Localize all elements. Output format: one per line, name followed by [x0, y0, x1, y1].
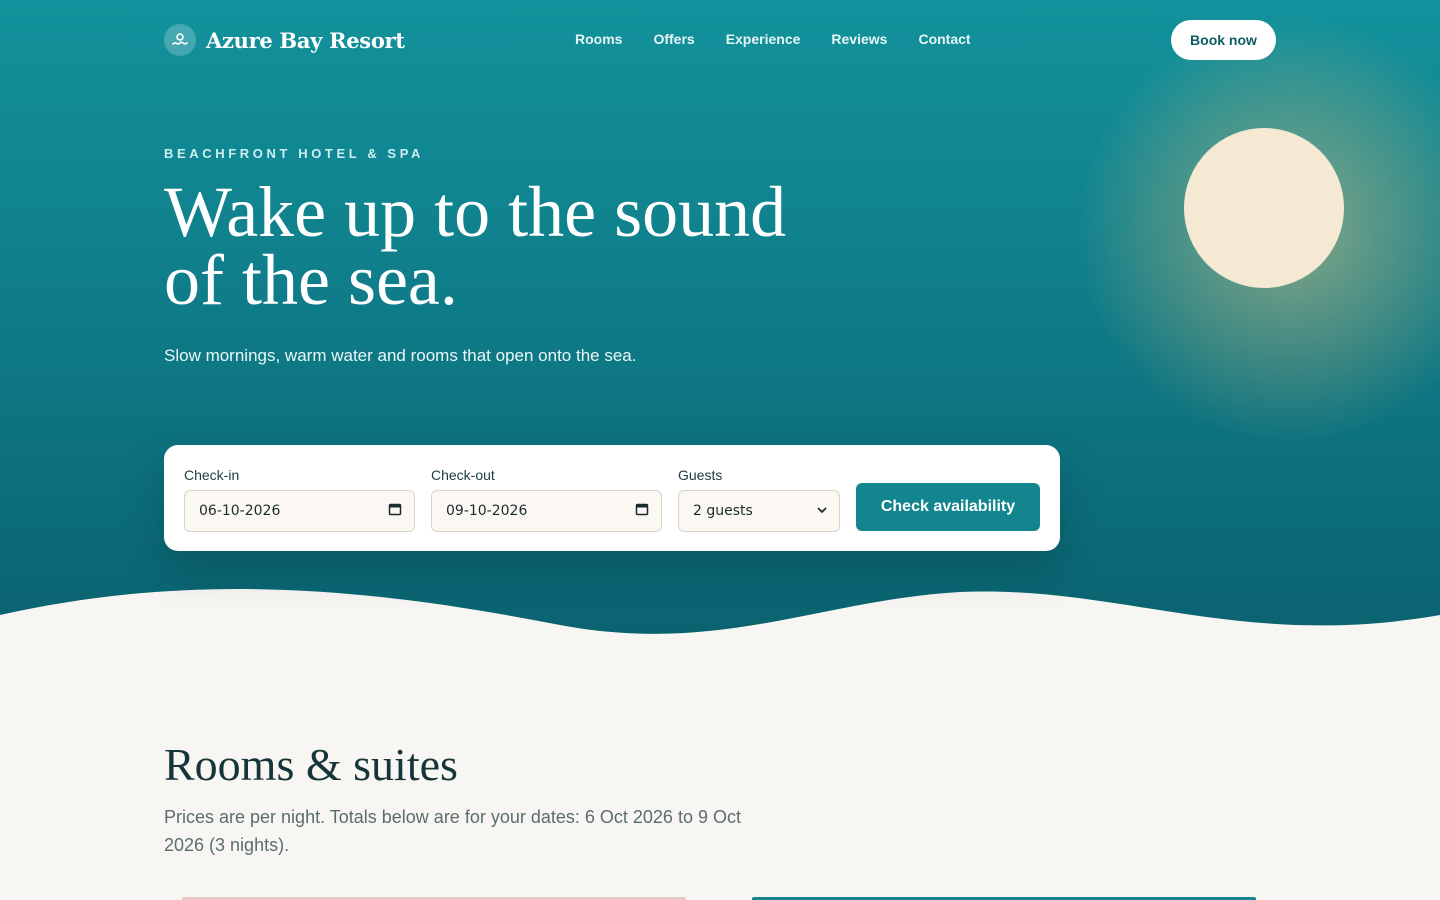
- checkout-input[interactable]: 09-10-2026: [431, 490, 662, 532]
- sun-decoration: [1184, 128, 1344, 288]
- check-availability-button[interactable]: Check availability: [856, 483, 1040, 531]
- rooms-description: Prices are per night. Totals below are f…: [164, 807, 741, 855]
- checkout-field: Check-out 09-10-2026: [431, 467, 662, 532]
- hero-headline: Wake up to the sound of the sea.: [164, 172, 787, 320]
- booking-form: Check-in 06-10-2026 Check-out 09-10-2026: [164, 445, 1060, 551]
- wave-divider: [0, 588, 1440, 680]
- hero-section: Azure Bay Resort Rooms Offers Experience…: [0, 0, 1440, 680]
- nav-reviews[interactable]: Reviews: [831, 31, 887, 47]
- checkout-label: Check-out: [431, 467, 495, 483]
- swimmer-icon: [164, 24, 196, 56]
- brand-logo[interactable]: Azure Bay Resort: [164, 24, 405, 56]
- checkin-value: 06-10-2026: [199, 503, 281, 519]
- nav-rooms[interactable]: Rooms: [575, 31, 622, 47]
- checkin-label: Check-in: [184, 467, 240, 483]
- guests-field: Guests 2 guests: [678, 467, 840, 532]
- calendar-icon[interactable]: [635, 502, 649, 520]
- checkout-value: 09-10-2026: [446, 503, 528, 519]
- checkin-field: Check-in 06-10-2026: [184, 467, 415, 532]
- calendar-icon[interactable]: [388, 502, 402, 520]
- nav-contact[interactable]: Contact: [918, 31, 970, 47]
- guests-label: Guests: [678, 467, 723, 483]
- nav-experience[interactable]: Experience: [726, 31, 801, 47]
- rooms-title: Rooms & suites: [164, 739, 458, 790]
- checkin-input[interactable]: 06-10-2026: [184, 490, 415, 532]
- main-menu: Rooms Offers Experience Reviews Contact: [575, 31, 971, 47]
- top-nav: Azure Bay Resort Rooms Offers Experience…: [0, 0, 1440, 80]
- hero-subhead: Slow mornings, warm water and rooms that…: [164, 346, 637, 365]
- brand-name: Azure Bay Resort: [206, 27, 405, 53]
- guests-value: 2 guests: [693, 503, 753, 519]
- book-now-button[interactable]: Book now: [1171, 20, 1276, 60]
- nav-offers[interactable]: Offers: [653, 31, 694, 47]
- chevron-down-icon: [817, 503, 827, 519]
- guests-select[interactable]: 2 guests: [678, 490, 840, 532]
- hero-eyebrow: BEACHFRONT HOTEL & SPA: [164, 146, 425, 161]
